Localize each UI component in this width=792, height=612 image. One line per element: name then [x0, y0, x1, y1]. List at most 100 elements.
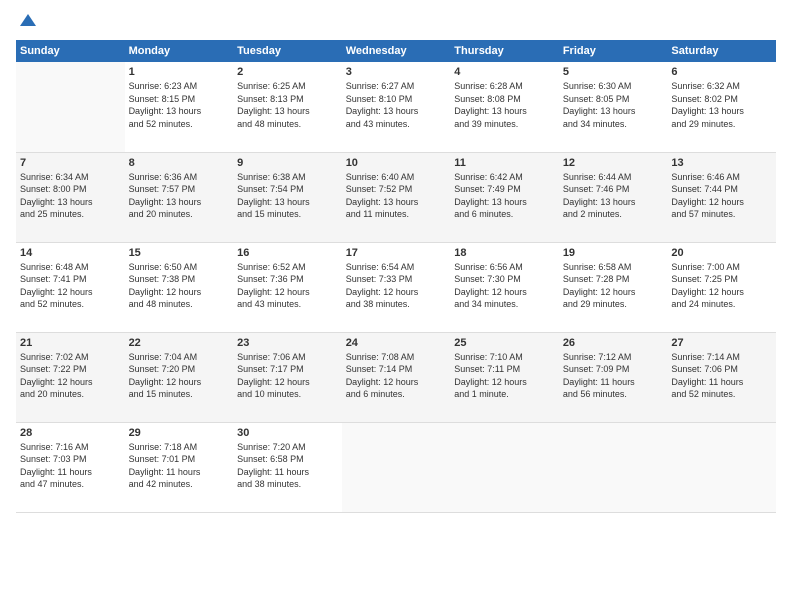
day-info: Sunrise: 7:02 AM Sunset: 7:22 PM Dayligh…	[20, 351, 121, 401]
day-info: Sunrise: 6:52 AM Sunset: 7:36 PM Dayligh…	[237, 261, 338, 311]
day-number: 16	[237, 247, 338, 259]
day-info: Sunrise: 6:25 AM Sunset: 8:13 PM Dayligh…	[237, 80, 338, 130]
day-info: Sunrise: 7:06 AM Sunset: 7:17 PM Dayligh…	[237, 351, 338, 401]
col-header-friday: Friday	[559, 40, 668, 62]
day-number: 25	[454, 337, 555, 349]
week-row-1: 1 Sunrise: 6:23 AM Sunset: 8:15 PM Daylig…	[16, 62, 776, 152]
header-row: SundayMondayTuesdayWednesdayThursdayFrid…	[16, 40, 776, 62]
col-header-tuesday: Tuesday	[233, 40, 342, 62]
day-cell: 14 Sunrise: 6:48 AM Sunset: 7:41 PM Dayli…	[16, 242, 125, 332]
day-info: Sunrise: 6:42 AM Sunset: 7:49 PM Dayligh…	[454, 171, 555, 221]
day-number: 5	[563, 66, 664, 78]
day-cell: 7 Sunrise: 6:34 AM Sunset: 8:00 PM Daylig…	[16, 152, 125, 242]
page: SundayMondayTuesdayWednesdayThursdayFrid…	[0, 0, 792, 612]
day-number: 12	[563, 157, 664, 169]
day-info: Sunrise: 7:10 AM Sunset: 7:11 PM Dayligh…	[454, 351, 555, 401]
day-cell: 17 Sunrise: 6:54 AM Sunset: 7:33 PM Dayli…	[342, 242, 451, 332]
week-row-5: 28 Sunrise: 7:16 AM Sunset: 7:03 PM Dayli…	[16, 422, 776, 512]
day-info: Sunrise: 6:54 AM Sunset: 7:33 PM Dayligh…	[346, 261, 447, 311]
calendar-table: SundayMondayTuesdayWednesdayThursdayFrid…	[16, 40, 776, 513]
day-cell: 29 Sunrise: 7:18 AM Sunset: 7:01 PM Dayli…	[125, 422, 234, 512]
day-number: 26	[563, 337, 664, 349]
day-number: 9	[237, 157, 338, 169]
day-cell: 5 Sunrise: 6:30 AM Sunset: 8:05 PM Daylig…	[559, 62, 668, 152]
day-info: Sunrise: 7:18 AM Sunset: 7:01 PM Dayligh…	[129, 441, 230, 491]
day-cell	[450, 422, 559, 512]
day-info: Sunrise: 7:14 AM Sunset: 7:06 PM Dayligh…	[671, 351, 772, 401]
day-cell: 15 Sunrise: 6:50 AM Sunset: 7:38 PM Dayli…	[125, 242, 234, 332]
day-number: 4	[454, 66, 555, 78]
day-info: Sunrise: 6:30 AM Sunset: 8:05 PM Dayligh…	[563, 80, 664, 130]
day-cell: 10Sunrise: 6:40 AM Sunset: 7:52 PM Dayli…	[342, 152, 451, 242]
day-cell: 3 Sunrise: 6:27 AM Sunset: 8:10 PM Daylig…	[342, 62, 451, 152]
col-header-sunday: Sunday	[16, 40, 125, 62]
day-number: 22	[129, 337, 230, 349]
col-header-monday: Monday	[125, 40, 234, 62]
day-cell: 30Sunrise: 7:20 AM Sunset: 6:58 PM Dayli…	[233, 422, 342, 512]
day-info: Sunrise: 6:48 AM Sunset: 7:41 PM Dayligh…	[20, 261, 121, 311]
day-info: Sunrise: 6:44 AM Sunset: 7:46 PM Dayligh…	[563, 171, 664, 221]
day-number: 8	[129, 157, 230, 169]
col-header-saturday: Saturday	[667, 40, 776, 62]
day-cell	[342, 422, 451, 512]
day-number: 28	[20, 427, 121, 439]
day-cell: 18 Sunrise: 6:56 AM Sunset: 7:30 PM Dayli…	[450, 242, 559, 332]
logo	[16, 12, 38, 32]
day-info: Sunrise: 6:38 AM Sunset: 7:54 PM Dayligh…	[237, 171, 338, 221]
day-cell: 28 Sunrise: 7:16 AM Sunset: 7:03 PM Dayli…	[16, 422, 125, 512]
day-number: 24	[346, 337, 447, 349]
day-number: 15	[129, 247, 230, 259]
week-row-3: 14 Sunrise: 6:48 AM Sunset: 7:41 PM Dayli…	[16, 242, 776, 332]
day-number: 17	[346, 247, 447, 259]
day-cell: 22 Sunrise: 7:04 AM Sunset: 7:20 PM Dayli…	[125, 332, 234, 422]
col-header-thursday: Thursday	[450, 40, 559, 62]
header	[16, 12, 776, 32]
day-info: Sunrise: 6:34 AM Sunset: 8:00 PM Dayligh…	[20, 171, 121, 221]
logo-icon	[18, 12, 38, 32]
day-number: 11	[454, 157, 555, 169]
day-cell: 4 Sunrise: 6:28 AM Sunset: 8:08 PM Daylig…	[450, 62, 559, 152]
day-cell	[667, 422, 776, 512]
day-number: 29	[129, 427, 230, 439]
day-cell: 25 Sunrise: 7:10 AM Sunset: 7:11 PM Dayli…	[450, 332, 559, 422]
day-cell: 8 Sunrise: 6:36 AM Sunset: 7:57 PM Daylig…	[125, 152, 234, 242]
week-row-2: 7 Sunrise: 6:34 AM Sunset: 8:00 PM Daylig…	[16, 152, 776, 242]
day-info: Sunrise: 6:28 AM Sunset: 8:08 PM Dayligh…	[454, 80, 555, 130]
day-cell: 20Sunrise: 7:00 AM Sunset: 7:25 PM Dayli…	[667, 242, 776, 332]
day-cell	[16, 62, 125, 152]
day-info: Sunrise: 6:32 AM Sunset: 8:02 PM Dayligh…	[671, 80, 772, 130]
day-cell: 23 Sunrise: 7:06 AM Sunset: 7:17 PM Dayli…	[233, 332, 342, 422]
day-number: 21	[20, 337, 121, 349]
day-cell: 27Sunrise: 7:14 AM Sunset: 7:06 PM Dayli…	[667, 332, 776, 422]
day-info: Sunrise: 6:50 AM Sunset: 7:38 PM Dayligh…	[129, 261, 230, 311]
day-number: 6	[671, 66, 772, 78]
day-cell: 12 Sunrise: 6:44 AM Sunset: 7:46 PM Dayli…	[559, 152, 668, 242]
day-cell: 11 Sunrise: 6:42 AM Sunset: 7:49 PM Dayli…	[450, 152, 559, 242]
day-cell: 9 Sunrise: 6:38 AM Sunset: 7:54 PM Daylig…	[233, 152, 342, 242]
day-cell	[559, 422, 668, 512]
day-info: Sunrise: 7:20 AM Sunset: 6:58 PM Dayligh…	[237, 441, 338, 491]
day-cell: 1 Sunrise: 6:23 AM Sunset: 8:15 PM Daylig…	[125, 62, 234, 152]
day-info: Sunrise: 6:36 AM Sunset: 7:57 PM Dayligh…	[129, 171, 230, 221]
day-info: Sunrise: 6:40 AM Sunset: 7:52 PM Dayligh…	[346, 171, 447, 221]
day-number: 23	[237, 337, 338, 349]
day-cell: 6 Sunrise: 6:32 AM Sunset: 8:02 PM Daylig…	[667, 62, 776, 152]
day-info: Sunrise: 6:56 AM Sunset: 7:30 PM Dayligh…	[454, 261, 555, 311]
day-cell: 16 Sunrise: 6:52 AM Sunset: 7:36 PM Dayli…	[233, 242, 342, 332]
day-info: Sunrise: 7:16 AM Sunset: 7:03 PM Dayligh…	[20, 441, 121, 491]
day-cell: 24Sunrise: 7:08 AM Sunset: 7:14 PM Dayli…	[342, 332, 451, 422]
day-number: 3	[346, 66, 447, 78]
day-number: 19	[563, 247, 664, 259]
day-info: Sunrise: 6:27 AM Sunset: 8:10 PM Dayligh…	[346, 80, 447, 130]
day-cell: 26Sunrise: 7:12 AM Sunset: 7:09 PM Dayli…	[559, 332, 668, 422]
day-number: 1	[129, 66, 230, 78]
day-cell: 13Sunrise: 6:46 AM Sunset: 7:44 PM Dayli…	[667, 152, 776, 242]
day-info: Sunrise: 7:00 AM Sunset: 7:25 PM Dayligh…	[671, 261, 772, 311]
day-cell: 21 Sunrise: 7:02 AM Sunset: 7:22 PM Dayli…	[16, 332, 125, 422]
day-info: Sunrise: 6:23 AM Sunset: 8:15 PM Dayligh…	[129, 80, 230, 130]
day-number: 7	[20, 157, 121, 169]
day-info: Sunrise: 7:04 AM Sunset: 7:20 PM Dayligh…	[129, 351, 230, 401]
day-number: 18	[454, 247, 555, 259]
day-number: 14	[20, 247, 121, 259]
day-number: 2	[237, 66, 338, 78]
